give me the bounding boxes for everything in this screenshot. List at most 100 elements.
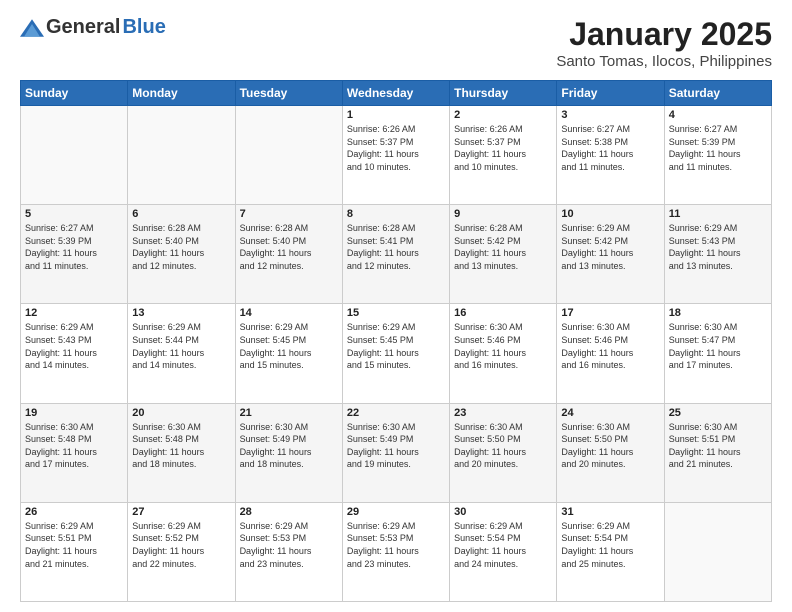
day-info: Sunrise: 6:29 AMSunset: 5:45 PMDaylight:… bbox=[347, 321, 445, 371]
day-info: Sunrise: 6:30 AMSunset: 5:47 PMDaylight:… bbox=[669, 321, 767, 371]
calendar-cell bbox=[235, 106, 342, 205]
day-number: 15 bbox=[347, 307, 445, 319]
day-number: 22 bbox=[347, 407, 445, 419]
calendar-cell: 27 Sunrise: 6:29 AMSunset: 5:52 PMDayligh… bbox=[128, 502, 235, 601]
logo-icon bbox=[20, 19, 44, 37]
calendar-cell bbox=[664, 502, 771, 601]
calendar-cell bbox=[128, 106, 235, 205]
month-title: January 2025 bbox=[556, 16, 772, 53]
day-info: Sunrise: 6:30 AMSunset: 5:49 PMDaylight:… bbox=[240, 421, 338, 471]
weekday-header-saturday: Saturday bbox=[664, 81, 771, 106]
day-number: 29 bbox=[347, 506, 445, 518]
logo-area: GeneralBlue bbox=[20, 16, 166, 39]
calendar-cell: 24 Sunrise: 6:30 AMSunset: 5:50 PMDayligh… bbox=[557, 403, 664, 502]
day-number: 10 bbox=[561, 208, 659, 220]
calendar-cell: 8 Sunrise: 6:28 AMSunset: 5:41 PMDaylight… bbox=[342, 205, 449, 304]
day-info: Sunrise: 6:27 AMSunset: 5:39 PMDaylight:… bbox=[669, 123, 767, 173]
calendar-cell: 20 Sunrise: 6:30 AMSunset: 5:48 PMDayligh… bbox=[128, 403, 235, 502]
day-number: 21 bbox=[240, 407, 338, 419]
day-number: 11 bbox=[669, 208, 767, 220]
day-number: 6 bbox=[132, 208, 230, 220]
day-number: 19 bbox=[25, 407, 123, 419]
week-row-1: 1 Sunrise: 6:26 AMSunset: 5:37 PMDaylight… bbox=[21, 106, 772, 205]
day-number: 27 bbox=[132, 506, 230, 518]
calendar-cell: 25Sunrise: 6:30 AMSunset: 5:51 PMDayligh… bbox=[664, 403, 771, 502]
calendar-cell: 23Sunrise: 6:30 AMSunset: 5:50 PMDayligh… bbox=[450, 403, 557, 502]
day-info: Sunrise: 6:30 AMSunset: 5:50 PMDaylight:… bbox=[454, 421, 552, 471]
calendar-cell: 22 Sunrise: 6:30 AMSunset: 5:49 PMDayligh… bbox=[342, 403, 449, 502]
day-info: Sunrise: 6:29 AMSunset: 5:52 PMDaylight:… bbox=[132, 520, 230, 570]
calendar-cell: 14 Sunrise: 6:29 AMSunset: 5:45 PMDayligh… bbox=[235, 304, 342, 403]
calendar-cell: 3 Sunrise: 6:27 AMSunset: 5:38 PMDaylight… bbox=[557, 106, 664, 205]
day-number: 18 bbox=[669, 307, 767, 319]
day-info: Sunrise: 6:30 AMSunset: 5:49 PMDaylight:… bbox=[347, 421, 445, 471]
calendar-cell: 13 Sunrise: 6:29 AMSunset: 5:44 PMDayligh… bbox=[128, 304, 235, 403]
calendar-cell: 4 Sunrise: 6:27 AMSunset: 5:39 PMDaylight… bbox=[664, 106, 771, 205]
page: GeneralBlue January 2025 Santo Tomas, Il… bbox=[0, 0, 792, 612]
day-info: Sunrise: 6:29 AMSunset: 5:53 PMDaylight:… bbox=[240, 520, 338, 570]
day-info: Sunrise: 6:29 AMSunset: 5:45 PMDaylight:… bbox=[240, 321, 338, 371]
location-title: Santo Tomas, Ilocos, Philippines bbox=[556, 53, 772, 70]
day-number: 31 bbox=[561, 506, 659, 518]
calendar-cell: 30Sunrise: 6:29 AMSunset: 5:54 PMDayligh… bbox=[450, 502, 557, 601]
day-info: Sunrise: 6:28 AMSunset: 5:40 PMDaylight:… bbox=[132, 222, 230, 272]
week-row-4: 19 Sunrise: 6:30 AMSunset: 5:48 PMDayligh… bbox=[21, 403, 772, 502]
day-info: Sunrise: 6:29 AMSunset: 5:44 PMDaylight:… bbox=[132, 321, 230, 371]
day-number: 5 bbox=[25, 208, 123, 220]
calendar-cell: 2 Sunrise: 6:26 AMSunset: 5:37 PMDaylight… bbox=[450, 106, 557, 205]
calendar-cell: 11 Sunrise: 6:29 AMSunset: 5:43 PMDayligh… bbox=[664, 205, 771, 304]
calendar-cell: 9 Sunrise: 6:28 AMSunset: 5:42 PMDaylight… bbox=[450, 205, 557, 304]
calendar-cell: 1 Sunrise: 6:26 AMSunset: 5:37 PMDaylight… bbox=[342, 106, 449, 205]
day-info: Sunrise: 6:30 AMSunset: 5:50 PMDaylight:… bbox=[561, 421, 659, 471]
day-info: Sunrise: 6:30 AMSunset: 5:51 PMDaylight:… bbox=[669, 421, 767, 471]
day-number: 30 bbox=[454, 506, 552, 518]
weekday-header-monday: Monday bbox=[128, 81, 235, 106]
weekday-header-sunday: Sunday bbox=[21, 81, 128, 106]
day-number: 4 bbox=[669, 109, 767, 121]
weekday-header-thursday: Thursday bbox=[450, 81, 557, 106]
day-info: Sunrise: 6:26 AMSunset: 5:37 PMDaylight:… bbox=[347, 123, 445, 173]
day-info: Sunrise: 6:28 AMSunset: 5:41 PMDaylight:… bbox=[347, 222, 445, 272]
logo: GeneralBlue bbox=[20, 16, 166, 39]
day-info: Sunrise: 6:30 AMSunset: 5:48 PMDaylight:… bbox=[132, 421, 230, 471]
day-number: 28 bbox=[240, 506, 338, 518]
day-number: 16 bbox=[454, 307, 552, 319]
calendar-cell: 16 Sunrise: 6:30 AMSunset: 5:46 PMDayligh… bbox=[450, 304, 557, 403]
calendar-table: SundayMondayTuesdayWednesdayThursdayFrid… bbox=[20, 80, 772, 602]
day-info: Sunrise: 6:30 AMSunset: 5:48 PMDaylight:… bbox=[25, 421, 123, 471]
day-number: 7 bbox=[240, 208, 338, 220]
day-number: 13 bbox=[132, 307, 230, 319]
day-number: 14 bbox=[240, 307, 338, 319]
calendar-cell: 18 Sunrise: 6:30 AMSunset: 5:47 PMDayligh… bbox=[664, 304, 771, 403]
calendar-cell: 10 Sunrise: 6:29 AMSunset: 5:42 PMDayligh… bbox=[557, 205, 664, 304]
title-area: January 2025 Santo Tomas, Ilocos, Philip… bbox=[556, 16, 772, 70]
calendar-cell bbox=[21, 106, 128, 205]
day-info: Sunrise: 6:29 AMSunset: 5:42 PMDaylight:… bbox=[561, 222, 659, 272]
logo-general: General bbox=[46, 16, 120, 39]
day-number: 9 bbox=[454, 208, 552, 220]
day-info: Sunrise: 6:29 AMSunset: 5:43 PMDaylight:… bbox=[669, 222, 767, 272]
day-number: 3 bbox=[561, 109, 659, 121]
calendar-cell: 26Sunrise: 6:29 AMSunset: 5:51 PMDayligh… bbox=[21, 502, 128, 601]
day-number: 8 bbox=[347, 208, 445, 220]
day-info: Sunrise: 6:30 AMSunset: 5:46 PMDaylight:… bbox=[454, 321, 552, 371]
day-info: Sunrise: 6:29 AMSunset: 5:53 PMDaylight:… bbox=[347, 520, 445, 570]
day-number: 1 bbox=[347, 109, 445, 121]
day-number: 17 bbox=[561, 307, 659, 319]
day-number: 20 bbox=[132, 407, 230, 419]
week-row-2: 5Sunrise: 6:27 AMSunset: 5:39 PMDaylight… bbox=[21, 205, 772, 304]
day-info: Sunrise: 6:27 AMSunset: 5:38 PMDaylight:… bbox=[561, 123, 659, 173]
day-number: 2 bbox=[454, 109, 552, 121]
week-row-3: 12Sunrise: 6:29 AMSunset: 5:43 PMDayligh… bbox=[21, 304, 772, 403]
calendar-cell: 5Sunrise: 6:27 AMSunset: 5:39 PMDaylight… bbox=[21, 205, 128, 304]
calendar-cell: 31Sunrise: 6:29 AMSunset: 5:54 PMDayligh… bbox=[557, 502, 664, 601]
week-row-5: 26Sunrise: 6:29 AMSunset: 5:51 PMDayligh… bbox=[21, 502, 772, 601]
day-number: 12 bbox=[25, 307, 123, 319]
day-info: Sunrise: 6:28 AMSunset: 5:42 PMDaylight:… bbox=[454, 222, 552, 272]
calendar-cell: 21 Sunrise: 6:30 AMSunset: 5:49 PMDayligh… bbox=[235, 403, 342, 502]
day-info: Sunrise: 6:26 AMSunset: 5:37 PMDaylight:… bbox=[454, 123, 552, 173]
calendar-cell: 15 Sunrise: 6:29 AMSunset: 5:45 PMDayligh… bbox=[342, 304, 449, 403]
weekday-header-row: SundayMondayTuesdayWednesdayThursdayFrid… bbox=[21, 81, 772, 106]
day-number: 26 bbox=[25, 506, 123, 518]
day-number: 24 bbox=[561, 407, 659, 419]
